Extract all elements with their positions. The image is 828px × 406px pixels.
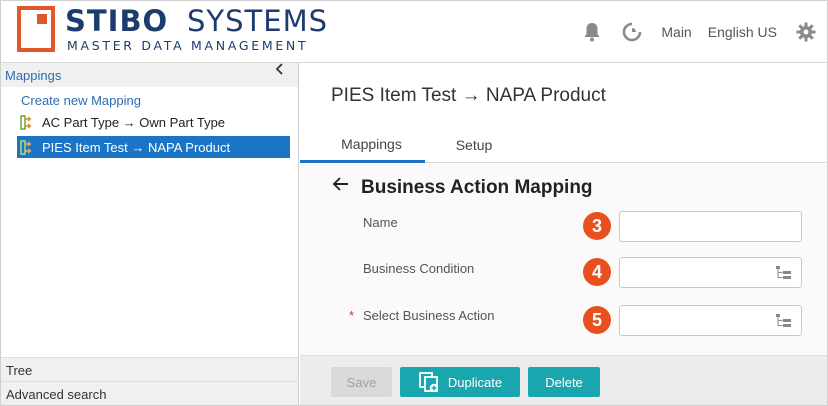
save-button[interactable]: Save: [331, 367, 392, 397]
tree-tab[interactable]: Tree: [1, 357, 298, 381]
mapping-list-item-label: PIES Item Test → NAPA Product: [42, 139, 231, 155]
step-badge: 3: [583, 212, 611, 240]
section-title: Business Action Mapping: [361, 177, 593, 198]
gear-icon[interactable]: [795, 21, 817, 43]
mapping-form: Business Action Mapping Name 3 Business …: [300, 164, 827, 355]
advanced-search-tab[interactable]: Advanced search: [1, 381, 298, 405]
logo-tagline: MASTER DATA MANAGEMENT: [67, 38, 309, 53]
refresh-icon[interactable]: [621, 21, 643, 43]
name-input[interactable]: [619, 211, 802, 242]
mapping-icon: [20, 139, 34, 155]
collapse-panel-button[interactable]: [272, 63, 288, 79]
language-selector[interactable]: English US: [708, 24, 777, 40]
step-badge: 4: [583, 258, 611, 286]
tab-setup[interactable]: Setup: [425, 125, 523, 163]
back-arrow-icon[interactable]: [332, 175, 352, 195]
mapping-icon: [20, 114, 34, 130]
mapping-list-item-label: AC Part Type → Own Part Type: [42, 114, 226, 130]
name-field-label: Name: [363, 215, 398, 230]
action-bar: Save Duplicate Delete: [300, 355, 827, 405]
mapping-list-item[interactable]: AC Part Type → Own Part Type: [17, 111, 290, 133]
advanced-search-tab-label: Advanced search: [6, 387, 107, 402]
create-new-mapping-link[interactable]: Create new Mapping: [21, 93, 141, 108]
company-logo[interactable]: STIBO SYSTEMS MASTER DATA MANAGEMENT: [17, 4, 337, 58]
duplicate-button-label: Duplicate: [447, 374, 503, 390]
bell-icon[interactable]: [581, 21, 603, 43]
left-panel-header: Mappings: [1, 63, 298, 87]
duplicate-button[interactable]: Duplicate: [400, 367, 520, 397]
step-badge: 5: [583, 306, 611, 334]
tab-mappings-label: Mappings: [341, 135, 402, 152]
top-header: STIBO SYSTEMS MASTER DATA MANAGEMENT Mai…: [1, 1, 827, 63]
tree-picker-icon[interactable]: [776, 266, 792, 280]
logo-wordmark-light: SYSTEMS: [187, 4, 328, 38]
header-toolbar: Main English US: [581, 19, 821, 45]
tab-setup-label: Setup: [455, 137, 493, 153]
tab-mappings[interactable]: Mappings: [300, 125, 425, 163]
logo-wordmark-bold: STIBO: [65, 4, 169, 38]
tree-tab-label: Tree: [6, 363, 33, 378]
mapping-list-item-selected[interactable]: PIES Item Test → NAPA Product: [17, 136, 290, 158]
duplicate-icon: [418, 371, 440, 393]
select-business-action-input[interactable]: [619, 305, 802, 336]
logo-mark: [17, 6, 55, 52]
page-title: PIES Item Test → NAPA Product: [331, 85, 606, 106]
left-navigation-panel: Mappings Create new Mapping AC Part Type…: [1, 63, 299, 405]
tab-bar: Mappings Setup: [300, 125, 827, 163]
delete-button[interactable]: Delete: [528, 367, 600, 397]
main-content-panel: PIES Item Test → NAPA Product Mappings S…: [300, 63, 827, 405]
required-indicator: *: [349, 308, 355, 323]
workspace-selector[interactable]: Main: [661, 24, 691, 40]
business-condition-input[interactable]: [619, 257, 802, 288]
tree-picker-icon[interactable]: [776, 314, 792, 328]
app-window: STIBO SYSTEMS MASTER DATA MANAGEMENT Mai…: [0, 0, 828, 406]
left-panel-title[interactable]: Mappings: [5, 68, 61, 83]
business-condition-label: Business Condition: [363, 261, 475, 276]
select-business-action-label: Select Business Action: [363, 308, 495, 323]
